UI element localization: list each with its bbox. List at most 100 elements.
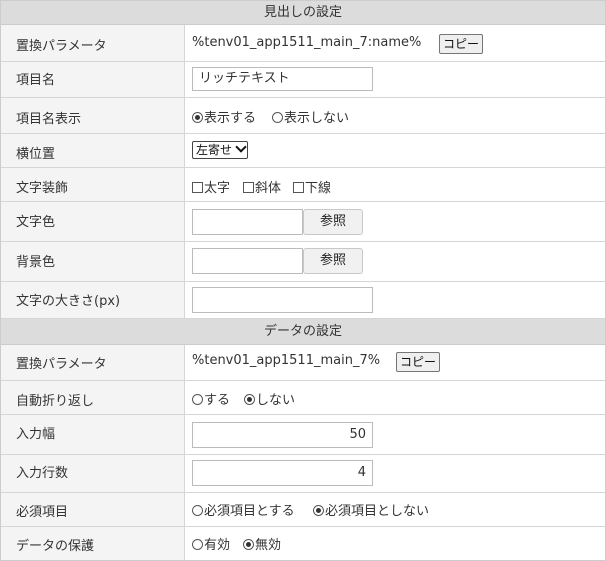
item-name-label: 項目名 [16,73,56,88]
radio-selected-icon[interactable] [192,112,203,123]
radio-icon[interactable] [272,112,283,123]
label-cell: 文字装飾 [1,168,185,201]
bg-color-label: 背景色 [16,255,56,270]
radio-icon[interactable] [192,394,203,405]
label-cell: 入力幅 [1,415,185,454]
label-cell: 横位置 [1,134,185,167]
text-color-label: 文字色 [16,215,56,230]
decoration-italic-option[interactable]: 斜体 [243,177,281,196]
option-label: 表示しない [284,111,350,126]
label-cell: 背景色 [1,242,185,281]
decoration-underline-option[interactable]: 下線 [293,177,331,196]
text-color-row: 文字色 参照 [1,202,605,242]
wrap-row: 自動折り返し する しない [1,381,605,415]
item-display-show-option[interactable]: 表示する [192,107,256,126]
option-label: 斜体 [255,181,282,196]
data-param-row: 置換パラメータ %tenv01_app1511_main_7% コピー [1,345,605,381]
input-rows-field[interactable]: 4 [192,460,373,486]
data-param-value: %tenv01_app1511_main_7% [192,353,381,368]
option-label: 無効 [255,538,282,553]
data-param-label: 置換パラメータ [16,357,107,372]
decoration-label: 文字装飾 [16,181,69,196]
heading-param-label: 置換パラメータ [16,39,107,54]
wrap-on-option[interactable]: する [192,389,230,408]
label-cell: 自動折り返し [1,381,185,414]
bg-color-row: 背景色 参照 [1,242,605,282]
option-label: 表示する [204,111,257,126]
radio-icon[interactable] [192,505,203,516]
label-cell: データの保護 [1,527,185,560]
align-select-value: 左寄せ [196,143,233,157]
label-cell: 入力行数 [1,455,185,492]
font-size-label: 文字の大きさ(px) [16,294,121,309]
required-yes-option[interactable]: 必須項目とする [192,500,295,519]
font-size-input[interactable] [192,287,373,313]
label-cell: 項目名 [1,62,185,97]
value-cell: %tenv01_app1511_main_7:name% コピー [186,25,605,61]
value-cell: 50 [186,415,605,454]
decoration-bold-option[interactable]: 太字 [192,177,230,196]
radio-icon[interactable] [192,539,203,550]
required-row: 必須項目 必須項目とする 必須項目としない [1,493,605,527]
value-cell [186,282,605,318]
value-cell: 参照 [186,242,605,281]
checkbox-icon[interactable] [293,182,304,193]
label-cell: 文字の大きさ(px) [1,282,185,318]
text-color-browse-button[interactable]: 参照 [303,209,363,235]
option-label: する [204,393,231,408]
decoration-row: 文字装飾 太字 斜体 下線 [1,168,605,202]
radio-selected-icon[interactable] [244,394,255,405]
heading-settings-header: 見出しの設定 [1,1,605,25]
bg-color-browse-button[interactable]: 参照 [303,248,363,274]
wrap-label: 自動折り返し [16,394,95,409]
chevron-down-icon [235,141,247,153]
heading-param-copy-button[interactable]: コピー [439,34,484,54]
required-no-option[interactable]: 必須項目としない [313,500,429,519]
value-cell: %tenv01_app1511_main_7% コピー [186,345,605,380]
input-width-field[interactable]: 50 [192,422,373,448]
protect-off-option[interactable]: 無効 [243,534,281,553]
radio-selected-icon[interactable] [243,539,254,550]
item-display-label: 項目名表示 [16,112,82,127]
item-name-row: 項目名 リッチテキスト [1,62,605,98]
settings-panel: 見出しの設定 置換パラメータ %tenv01_app1511_main_7:na… [0,0,606,561]
protect-on-option[interactable]: 有効 [192,534,230,553]
text-color-input[interactable] [192,209,303,235]
option-label: 下線 [305,181,332,196]
value-cell: 太字 斜体 下線 [186,168,605,201]
input-width-row: 入力幅 50 [1,415,605,455]
option-label: 有効 [204,538,231,553]
option-label: 太字 [204,181,231,196]
input-rows-row: 入力行数 4 [1,455,605,493]
label-cell: 置換パラメータ [1,25,185,61]
value-cell: 表示する 表示しない [186,98,605,133]
item-name-input[interactable]: リッチテキスト [192,67,373,91]
value-cell: 必須項目とする 必須項目としない [186,493,605,526]
align-select[interactable]: 左寄せ [192,141,249,159]
value-cell: 参照 [186,202,605,241]
value-cell: 4 [186,455,605,492]
heading-param-row: 置換パラメータ %tenv01_app1511_main_7:name% コピー [1,25,605,62]
value-cell: リッチテキスト [186,62,605,97]
required-label: 必須項目 [16,505,69,520]
value-cell: する しない [186,381,605,414]
bg-color-input[interactable] [192,248,303,274]
wrap-off-option[interactable]: しない [244,389,295,408]
protect-row: データの保護 有効 無効 [1,527,605,560]
data-settings-header: データの設定 [1,319,605,345]
radio-selected-icon[interactable] [313,505,324,516]
item-display-row: 項目名表示 表示する 表示しない [1,98,605,134]
value-cell: 有効 無効 [186,527,605,560]
option-label: 必須項目としない [325,504,430,519]
label-cell: 項目名表示 [1,98,185,133]
align-label: 横位置 [16,147,56,162]
checkbox-icon[interactable] [243,182,254,193]
item-display-hide-option[interactable]: 表示しない [272,107,349,126]
font-size-row: 文字の大きさ(px) [1,282,605,319]
protect-label: データの保護 [16,539,95,554]
option-label: しない [256,393,296,408]
checkbox-icon[interactable] [192,182,203,193]
input-width-label: 入力幅 [16,427,56,442]
align-row: 横位置 左寄せ [1,134,605,168]
data-param-copy-button[interactable]: コピー [396,352,441,372]
